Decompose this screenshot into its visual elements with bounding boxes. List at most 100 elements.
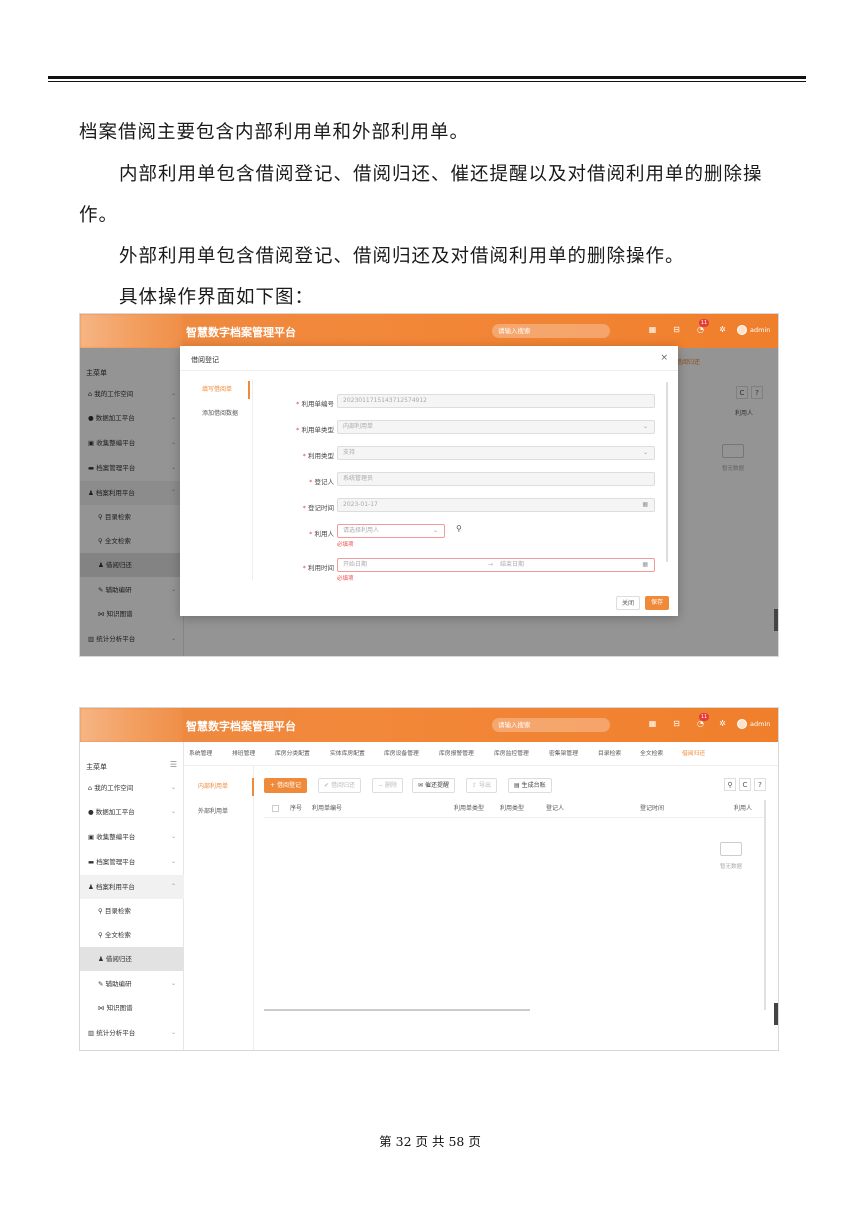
sidebar-header: 主菜单	[86, 763, 107, 771]
column-header-form-number[interactable]: 利用单编号	[312, 800, 342, 818]
column-header-registrant[interactable]: 登记人	[546, 800, 564, 818]
sidebar-item-archive-use[interactable]: ♟ 档案利用平台 ⌃	[80, 875, 184, 899]
tab-catalog-search[interactable]: 目录检索	[598, 742, 621, 766]
sidebar-item-catalog-search[interactable]: ⚲ 目录检索	[80, 899, 184, 923]
chart-icon: ▥	[88, 1029, 97, 1037]
sidebar-item-label: 统计分析平台	[96, 1029, 136, 1037]
search-input[interactable]: 请输入搜索	[492, 718, 610, 732]
sidebar-item-label: 辅助编研	[105, 980, 132, 988]
form-type-select[interactable]: 内部利用单 ⌄	[337, 420, 655, 434]
gear-icon[interactable]: ✲	[718, 719, 727, 728]
sidebar-item-data-processing[interactable]: ● 数据加工平台 ⌄	[80, 800, 184, 824]
sidebar-item-statistics[interactable]: ▥ 统计分析平台 ⌄	[80, 1021, 184, 1045]
avatar[interactable]	[737, 719, 747, 729]
sidebar-item-fulltext-search[interactable]: ⚲ 全文检索	[80, 923, 184, 947]
tab-fill-form[interactable]: 填写借阅单	[192, 381, 250, 399]
tab-storage-alarm[interactable]: 库房报警管理	[439, 742, 474, 766]
remind-button[interactable]: ✉ 催还提醒	[412, 778, 455, 793]
column-header-register-time[interactable]: 登记时间	[640, 800, 664, 818]
search-icon[interactable]: ⚲	[724, 778, 736, 791]
column-header-index[interactable]: 序号	[290, 800, 302, 818]
sidebar-item-collection[interactable]: ▣ 收集整编平台 ⌄	[80, 825, 184, 849]
user-select[interactable]: 请选择利用人 ⌄	[337, 524, 445, 538]
delete-button[interactable]: − 删除	[372, 778, 403, 793]
side-drawer-handle[interactable]	[774, 609, 778, 631]
side-drawer-handle[interactable]	[774, 1003, 778, 1025]
avatar[interactable]	[737, 325, 747, 335]
notification-badge: 11	[699, 319, 709, 327]
label-user: * 利用人	[309, 530, 334, 538]
tab-add-data[interactable]: 添加借阅数据	[192, 405, 250, 423]
search-icon: ⚲	[98, 907, 105, 915]
sidebar-item-label: 收集整编平台	[96, 833, 136, 841]
refresh-icon[interactable]: C	[739, 778, 751, 791]
gear-icon[interactable]: ✲	[718, 325, 727, 334]
use-time-range[interactable]: 开始日期 → 结束日期 ▦	[337, 558, 655, 572]
dialog-scrollbar[interactable]	[666, 382, 668, 562]
sidebar-item-label: 我的工作空间	[94, 784, 134, 792]
borrow-register-button[interactable]: + 借阅登记	[264, 778, 307, 793]
close-button[interactable]: 关闭	[616, 596, 640, 610]
collapse-icon[interactable]: ☰	[170, 760, 177, 769]
tab-storage-category[interactable]: 库房分类配置	[275, 742, 310, 766]
tab-shelf[interactable]: 密集架管理	[549, 742, 578, 766]
tab-storage-device[interactable]: 库房设备管理	[384, 742, 419, 766]
tab-schedule[interactable]: 排班管理	[232, 742, 255, 766]
vertical-scrollbar[interactable]	[764, 800, 766, 1010]
tab-storage-entity[interactable]: 实体库房配置	[330, 742, 365, 766]
user-icon: ♟	[88, 883, 96, 891]
empty-text: 暂无数据	[720, 864, 743, 870]
close-icon[interactable]: ×	[660, 353, 668, 363]
sidebar-item-research[interactable]: ✎ 辅助编研 ⌄	[80, 972, 184, 996]
search-icon[interactable]: ⚲	[456, 524, 462, 533]
label-form-type: * 利用单类型	[296, 426, 334, 434]
sidebar-item-workspace[interactable]: ⌂ 我的工作空间 ⌄	[80, 776, 184, 800]
column-header-use-type[interactable]: 利用类型	[500, 800, 524, 818]
borrow-register-dialog: 借阅登记 × 填写借阅单 添加借阅数据 * 利用单编号 202301171514…	[180, 346, 678, 616]
user-icon: ♟	[98, 955, 106, 963]
paragraph-ui-intro: 具体操作界面如下图：	[119, 287, 315, 308]
user-name[interactable]: admin	[750, 720, 770, 728]
header-rule-thick	[48, 76, 806, 79]
sidebar-item-label: 全文检索	[104, 931, 131, 939]
generate-ledger-button[interactable]: ▤ 生成台账	[508, 778, 552, 793]
label-form-number: * 利用单编号	[296, 400, 334, 408]
export-button[interactable]: ⇪ 导出	[466, 778, 497, 793]
tab-divider	[252, 380, 253, 580]
register-time-field: 2023-01-17 ▦	[337, 498, 655, 512]
sidebar-item-knowledge-graph[interactable]: ⋈ 知识图谱	[80, 996, 184, 1020]
header-rule-thin	[48, 81, 806, 82]
tab-system[interactable]: 系统管理	[189, 742, 212, 766]
select-all-checkbox[interactable]	[272, 805, 279, 812]
grid-icon[interactable]: ▦	[648, 719, 657, 728]
search-input[interactable]: 请输入搜索	[492, 324, 610, 338]
tab-borrow-return[interactable]: 借阅归还	[682, 742, 705, 766]
label-registrant: * 登记人	[309, 478, 334, 486]
grid-icon[interactable]: ▦	[648, 325, 657, 334]
paragraph-internal-line1: 内部利用单包含借阅登记、借阅归还、催还提醒以及对借阅利用单的删除操	[119, 164, 763, 185]
app-title: 智慧数字档案管理平台	[186, 326, 296, 339]
cart-icon[interactable]: ⊟	[672, 325, 681, 334]
archive-icon: ▬	[88, 858, 97, 866]
page-footer: 第 32 页 共 58 页	[379, 1134, 481, 1149]
help-icon[interactable]: ?	[754, 778, 766, 791]
sidebar-item-archive-mgmt[interactable]: ▬ 档案管理平台 ⌄	[80, 850, 184, 874]
sidebar-item-label: 知识图谱	[106, 1004, 133, 1012]
use-type-select[interactable]: 支持 ⌄	[337, 446, 655, 460]
tab-internal-form[interactable]: 内部利用单	[198, 778, 254, 796]
cart-icon[interactable]: ⊟	[672, 719, 681, 728]
horizontal-scrollbar[interactable]	[264, 1009, 530, 1011]
document-icon: ▤	[514, 782, 522, 789]
tab-storage-monitor[interactable]: 库房监控管理	[494, 742, 529, 766]
sidebar-item-borrow-return[interactable]: ♟ 借阅归还	[80, 947, 184, 971]
folder-icon: ▣	[88, 833, 97, 841]
save-button[interactable]: 保存	[645, 596, 669, 610]
column-header-form-type[interactable]: 利用单类型	[454, 800, 484, 818]
borrow-return-button[interactable]: ✔ 借阅归还	[318, 778, 361, 793]
sidebar: 主菜单 ☰ ⌂ 我的工作空间 ⌄ ● 数据加工平台 ⌄ ▣ 收集整编平台 ⌄ ▬ 档案…	[80, 742, 184, 1050]
graph-icon: ⋈	[98, 1004, 107, 1012]
tab-external-form[interactable]: 外部利用单	[198, 803, 254, 821]
column-header-user[interactable]: 利用人	[734, 800, 752, 818]
user-name[interactable]: admin	[750, 326, 770, 334]
tab-fulltext-search[interactable]: 全文检索	[640, 742, 663, 766]
